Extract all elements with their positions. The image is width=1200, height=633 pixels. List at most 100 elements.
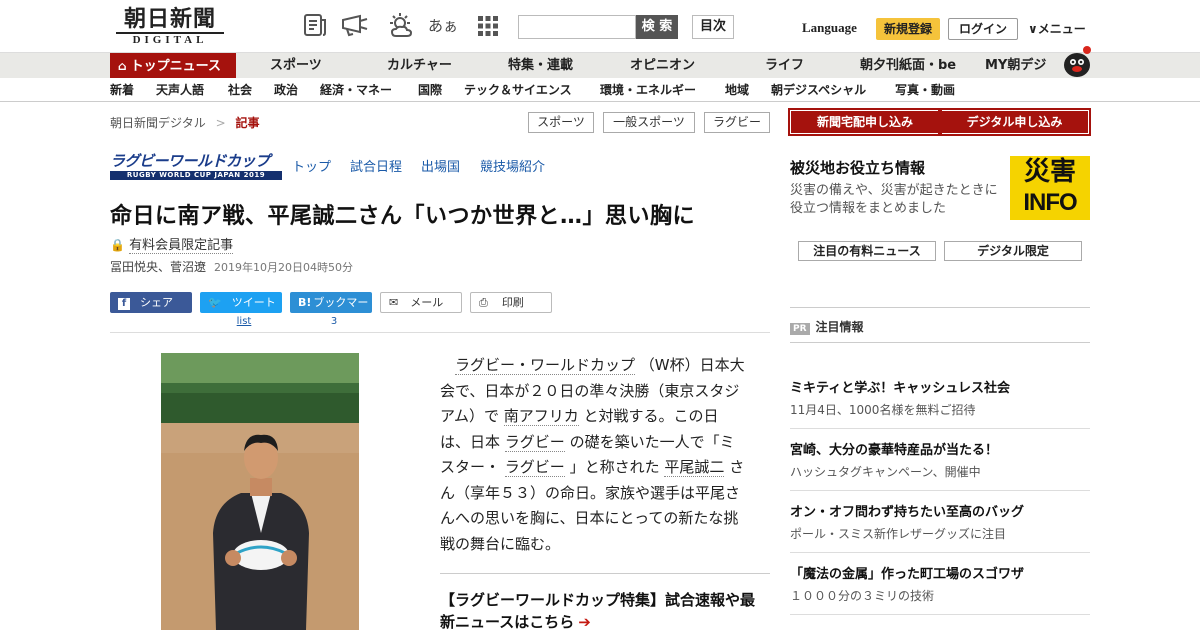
facebook-share-button[interactable]: f シェア <box>110 292 192 313</box>
nav-item-life[interactable]: ライフ <box>765 53 804 79</box>
pr-item[interactable]: オン・オフ問わず持ちたい至高のバッグ ポール・スミス新作レザーグッズに注目 <box>790 504 1090 542</box>
newspaper-icon[interactable] <box>300 12 330 40</box>
nav-item-features[interactable]: 特集・連載 <box>508 53 573 79</box>
grid-icon[interactable] <box>473 12 503 40</box>
login-button[interactable]: ログイン <box>948 18 1018 40</box>
subnav-item[interactable]: 経済・マネー <box>320 78 392 102</box>
rwc-logo-jp: ラグビーワールドカップ <box>110 152 282 171</box>
mascot-icon[interactable] <box>1060 44 1094 78</box>
article-title: 命日に南ア戦、平尾誠二さん「いつか世界と…」思い胸に <box>110 204 696 229</box>
subnav-item[interactable]: 天声人語 <box>156 78 204 102</box>
print-icon: ⎙ <box>479 296 488 309</box>
weather-icon[interactable] <box>386 12 416 40</box>
feature-link[interactable]: 【ラグビーワールドカップ特集】試合速報や最新ニュースはこちら ➔ <box>440 589 760 633</box>
subscribe-paper-button[interactable]: 新聞宅配申し込み <box>788 108 942 136</box>
mokuji-button[interactable]: 目次 <box>692 15 734 39</box>
divider <box>790 614 1090 615</box>
rwc-link-schedule[interactable]: 試合日程 <box>350 156 402 175</box>
logo-jp: 朝日新聞 <box>123 6 216 32</box>
pr-item[interactable]: 宮崎、大分の豪華特産品が当たる！ ハッシュタグキャンペーン、開催中 <box>790 442 1090 480</box>
subnav-item[interactable]: 政治 <box>274 78 298 102</box>
mail-button[interactable]: ✉ メール <box>380 292 462 313</box>
twitter-share-button[interactable]: 🐦 ツイート <box>200 292 282 313</box>
divider <box>440 573 770 574</box>
pr-item[interactable]: ミキティと学ぶ！キャッシュレス社会 11月4日、1000名様を無料ご招待 <box>790 380 1090 418</box>
pr-title: 注目情報 <box>815 320 864 334</box>
disaster-text: 災害の備えや、災害が起きたときに役立つ情報をまとめました <box>790 183 998 216</box>
pr-item-headline: ミキティと学ぶ！キャッシュレス社会 <box>790 381 1010 396</box>
hatena-icon: B! <box>298 296 312 309</box>
article-photo[interactable] <box>161 353 359 630</box>
disaster-heading[interactable]: 被災地お役立ち情報 <box>790 157 925 178</box>
subnav-item[interactable]: 社会 <box>228 78 252 102</box>
divider <box>790 428 1090 429</box>
rwc-link-stadiums[interactable]: 競技場紹介 <box>480 156 545 175</box>
tag-rugby[interactable]: ラグビー <box>704 112 770 133</box>
breadcrumb-root[interactable]: 朝日新聞デジタル <box>110 116 206 130</box>
twitter-count[interactable]: list <box>200 316 288 327</box>
nav-item-paper[interactable]: 朝夕刊紙面・be <box>860 53 956 79</box>
link-hirao[interactable]: 平尾誠二 <box>664 458 725 477</box>
menu-button[interactable]: ∨メニュー <box>1028 20 1086 37</box>
byline: 冨田悦央、菅沼遼 2019年10月20日04時50分 <box>110 258 353 275</box>
site-logo[interactable]: 朝日新聞 DIGITAL <box>110 6 230 48</box>
megaphone-icon[interactable] <box>340 12 370 40</box>
subnav-item[interactable]: 新着 <box>110 78 134 102</box>
authors: 冨田悦央、菅沼遼 <box>110 260 207 274</box>
facebook-icon: f <box>118 298 130 310</box>
link-rugby[interactable]: ラグビー <box>504 458 565 477</box>
pr-item[interactable]: 「魔法の金属」作った町工場のスゴワザ １０００分の３ミリの技術 <box>790 566 1090 604</box>
language-link[interactable]: Language <box>802 20 857 36</box>
paid-label[interactable]: 🔒 有料会員限定記事 <box>110 234 234 254</box>
subnav-item[interactable]: 環境・エネルギー <box>600 78 696 102</box>
paid-news-button[interactable]: 注目の有料ニュース <box>798 241 936 261</box>
lock-icon: 🔒 <box>110 238 125 252</box>
mail-icon: ✉ <box>389 296 399 309</box>
pr-item-headline: オン・オフ問わず持ちたい至高のバッグ <box>790 505 1025 520</box>
rwc-logo[interactable]: ラグビーワールドカップ RUGBY WORLD CUP JAPAN 2019 <box>110 152 282 180</box>
search-button[interactable]: 検 索 <box>636 15 678 39</box>
pr-header: PR 注目情報 <box>790 318 864 335</box>
tag-general-sports[interactable]: 一般スポーツ <box>603 112 695 133</box>
rwc-link-countries[interactable]: 出場国 <box>421 156 460 175</box>
subscribe-digital-button[interactable]: デジタル申し込み <box>938 108 1091 136</box>
font-size-icon[interactable]: あぁ <box>428 12 458 40</box>
nav-item-opinion[interactable]: オピニオン <box>630 53 695 79</box>
main-nav: ⌂ トップニュース スポーツ カルチャー 特集・連載 オピニオン ライフ 朝夕刊紙… <box>0 52 1200 79</box>
link-rugby[interactable]: ラグビー <box>504 432 565 452</box>
link-rwc[interactable]: ラグビー・ワールドカップ <box>455 356 636 375</box>
arrow-right-icon: ➔ <box>578 613 591 631</box>
mail-label: メール <box>410 296 444 309</box>
breadcrumb-sep: > <box>215 116 226 130</box>
digital-only-button[interactable]: デジタル限定 <box>944 241 1082 261</box>
logo-en: DIGITAL <box>116 32 224 47</box>
subnav-item[interactable]: テック＆サイエンス <box>464 78 572 102</box>
pr-item-sub: １０００分の３ミリの技術 <box>790 589 935 603</box>
subnav-item[interactable]: 国際 <box>418 78 442 102</box>
divider <box>790 342 1090 343</box>
pr-badge: PR <box>790 323 810 335</box>
register-button[interactable]: 新規登録 <box>876 18 940 40</box>
nav-item-sports[interactable]: スポーツ <box>270 53 322 79</box>
rwc-logo-en: RUGBY WORLD CUP JAPAN 2019 <box>110 171 282 180</box>
paid-label-text: 有料会員限定記事 <box>129 238 234 254</box>
nav-item-culture[interactable]: カルチャー <box>387 53 452 79</box>
search-input[interactable] <box>518 15 636 39</box>
subnav-item[interactable]: 写真・動画 <box>895 78 955 102</box>
tag-sports[interactable]: スポーツ <box>528 112 594 133</box>
nav-item-my[interactable]: MY朝デジ <box>985 53 1046 79</box>
rwc-link-top[interactable]: トップ <box>292 156 331 175</box>
link-south-africa[interactable]: 南アフリカ <box>503 407 579 426</box>
pr-item-sub: 11月4日、1000名様を無料ご招待 <box>790 403 976 417</box>
breadcrumb: 朝日新聞デジタル > 記事 <box>110 114 260 131</box>
subnav-item[interactable]: 朝デジスペシャル <box>771 78 866 102</box>
disaster-info-badge[interactable]: 災害 INFO <box>1010 156 1090 220</box>
print-button[interactable]: ⎙ 印刷 <box>470 292 552 313</box>
subnav-item[interactable]: 地域 <box>725 78 749 102</box>
hatena-bookmark-button[interactable]: B! ブックマーク <box>290 292 372 330</box>
hatena-count[interactable]: 3 <box>290 316 378 327</box>
divider <box>790 490 1090 491</box>
nav-top-news[interactable]: ⌂ トップニュース <box>110 53 236 79</box>
divider <box>790 307 1090 308</box>
publish-date: 2019年10月20日04時50分 <box>214 261 353 274</box>
